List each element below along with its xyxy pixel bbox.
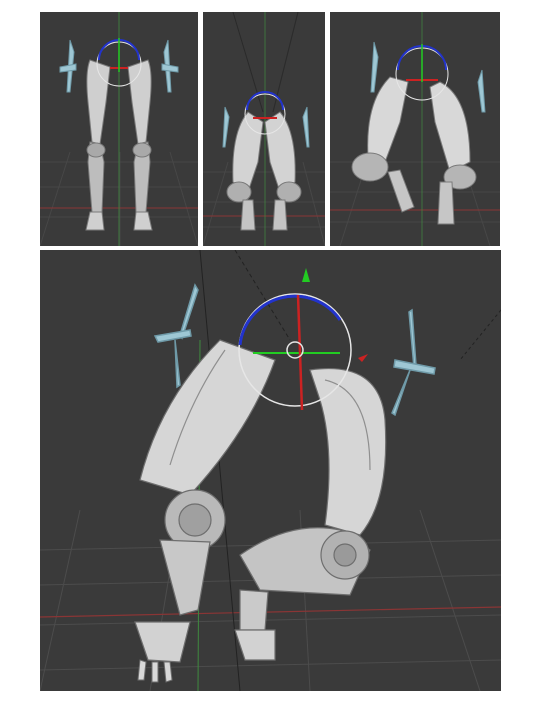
viewport-canvas (330, 12, 500, 246)
viewport-panel-front[interactable] (40, 12, 198, 246)
viewport-panel-bent-high[interactable] (330, 12, 500, 246)
viewport-canvas (40, 250, 501, 691)
leg-mesh (226, 111, 302, 231)
viewport-panel-raised[interactable] (203, 12, 325, 246)
floor-grid (40, 509, 501, 691)
viewport-canvas (40, 12, 198, 246)
viewport-canvas (203, 12, 325, 246)
leg-mesh-right (234, 368, 387, 661)
hand-icon (137, 659, 173, 683)
viewport-panel-perspective[interactable] (40, 250, 501, 691)
